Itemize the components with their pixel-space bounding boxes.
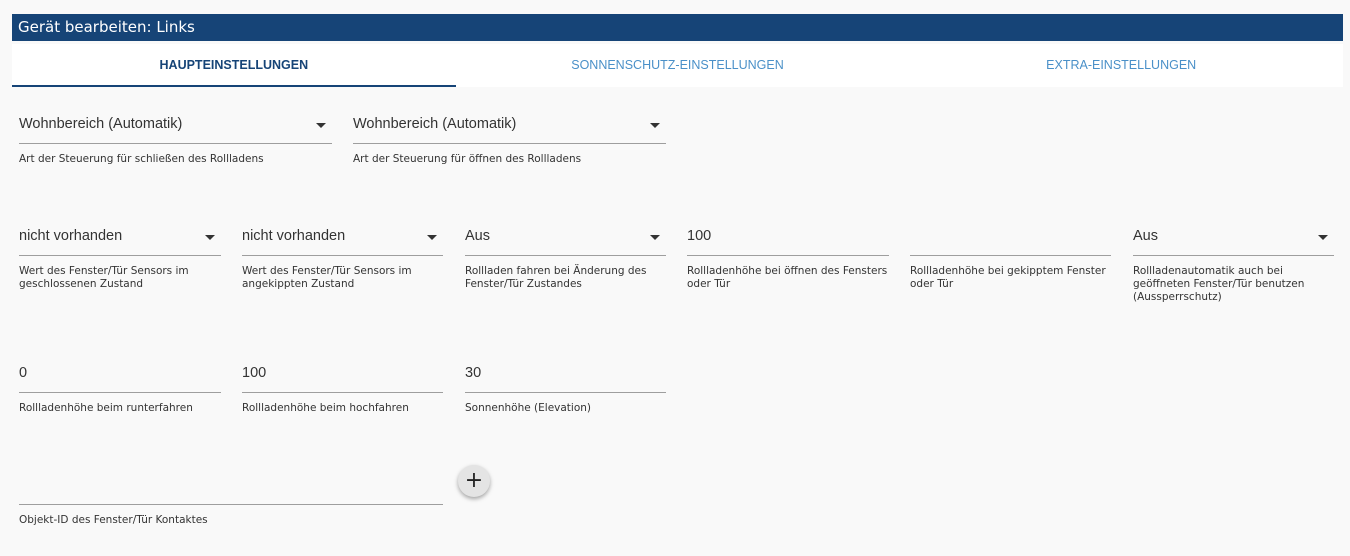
move-on-change-label: Rollladen fahren bei Änderung des Fenste… xyxy=(465,265,647,290)
plus-icon: + xyxy=(464,468,484,493)
height-down-control[interactable]: 0 xyxy=(19,355,221,393)
height-tilted-label: Rollladenhöhe bei gekipptem Fenster oder… xyxy=(910,265,1106,290)
chevron-down-icon xyxy=(650,235,660,240)
move-on-change-control[interactable]: Aus xyxy=(465,218,666,256)
sensor-tilted-label: Wert des Fenster/Tür Sensors im angekipp… xyxy=(242,265,412,290)
lockout-control[interactable]: Aus xyxy=(1133,218,1334,256)
move-on-change-select[interactable]: Aus Rollladen fahren bei Änderung des Fe… xyxy=(465,218,666,291)
height-open-control[interactable]: 100 xyxy=(687,218,889,256)
height-tilted-control[interactable] xyxy=(910,218,1111,256)
height-open-value: 100 xyxy=(687,228,712,244)
contact-id-input[interactable]: Objekt-ID des Fenster/Tür Kontaktes xyxy=(19,467,443,527)
tab-main-settings[interactable]: HAUPTEINSTELLUNGEN xyxy=(12,44,456,87)
dialog-title: Gerät bearbeiten: Links xyxy=(12,14,1343,41)
sensor-tilted-value: nicht vorhanden xyxy=(242,228,346,244)
contact-id-label: Objekt-ID des Fenster/Tür Kontaktes xyxy=(19,514,208,526)
height-open-label: Rollladenhöhe bei öffnen des Fensters od… xyxy=(687,265,888,290)
add-contact-button[interactable]: + xyxy=(458,465,490,497)
open-type-select[interactable]: Wohnbereich (Automatik) Art der Steuerun… xyxy=(353,106,666,166)
height-up-input[interactable]: 100 Rollladenhöhe beim hochfahren xyxy=(242,355,443,415)
height-tilted-input[interactable]: Rollladenhöhe bei gekipptem Fenster oder… xyxy=(910,218,1111,291)
open-type-label: Art der Steuerung für öffnen des Rolllad… xyxy=(353,153,582,165)
sensor-closed-control[interactable]: nicht vorhanden xyxy=(19,218,221,256)
contact-id-control[interactable] xyxy=(19,467,443,505)
lockout-value: Aus xyxy=(1133,228,1158,244)
close-type-control[interactable]: Wohnbereich (Automatik) xyxy=(19,106,332,144)
chevron-down-icon xyxy=(205,235,215,240)
open-type-control[interactable]: Wohnbereich (Automatik) xyxy=(353,106,666,144)
height-up-value: 100 xyxy=(242,365,267,381)
sensor-closed-value: nicht vorhanden xyxy=(19,228,123,244)
elevation-input[interactable]: 30 Sonnenhöhe (Elevation) xyxy=(465,355,666,415)
chevron-down-icon xyxy=(1318,235,1328,240)
tab-extra-settings[interactable]: EXTRA-EINSTELLUNGEN xyxy=(899,44,1343,87)
height-down-input[interactable]: 0 Rollladenhöhe beim runterfahren xyxy=(19,355,221,415)
sensor-closed-label: Wert des Fenster/Tür Sensors im geschlos… xyxy=(19,265,189,290)
tab-bar: HAUPTEINSTELLUNGEN SONNENSCHUTZ-EINSTELL… xyxy=(12,44,1343,87)
height-up-control[interactable]: 100 xyxy=(242,355,443,393)
chevron-down-icon xyxy=(650,123,660,128)
sensor-tilted-select[interactable]: nicht vorhanden Wert des Fenster/Tür Sen… xyxy=(242,218,443,291)
height-up-label: Rollladenhöhe beim hochfahren xyxy=(242,402,409,414)
height-open-input[interactable]: 100 Rollladenhöhe bei öffnen des Fenster… xyxy=(687,218,889,291)
lockout-label: Rollladenautomatik auch bei geöffneten F… xyxy=(1133,265,1305,303)
elevation-control[interactable]: 30 xyxy=(465,355,666,393)
sensor-tilted-control[interactable]: nicht vorhanden xyxy=(242,218,443,256)
lockout-select[interactable]: Aus Rollladenautomatik auch bei geöffnet… xyxy=(1133,218,1334,304)
move-on-change-value: Aus xyxy=(465,228,490,244)
elevation-label: Sonnenhöhe (Elevation) xyxy=(465,402,592,414)
sensor-closed-select[interactable]: nicht vorhanden Wert des Fenster/Tür Sen… xyxy=(19,218,221,291)
open-type-value: Wohnbereich (Automatik) xyxy=(353,116,517,132)
close-type-select[interactable]: Wohnbereich (Automatik) Art der Steuerun… xyxy=(19,106,332,166)
chevron-down-icon xyxy=(316,123,326,128)
close-type-value: Wohnbereich (Automatik) xyxy=(19,116,183,132)
close-type-label: Art der Steuerung für schließen des Roll… xyxy=(19,153,264,165)
chevron-down-icon xyxy=(427,235,437,240)
tab-sun-protection-settings[interactable]: SONNENSCHUTZ-EINSTELLUNGEN xyxy=(456,44,900,87)
elevation-value: 30 xyxy=(465,365,482,381)
height-down-value: 0 xyxy=(19,365,28,381)
height-down-label: Rollladenhöhe beim runterfahren xyxy=(19,402,193,414)
